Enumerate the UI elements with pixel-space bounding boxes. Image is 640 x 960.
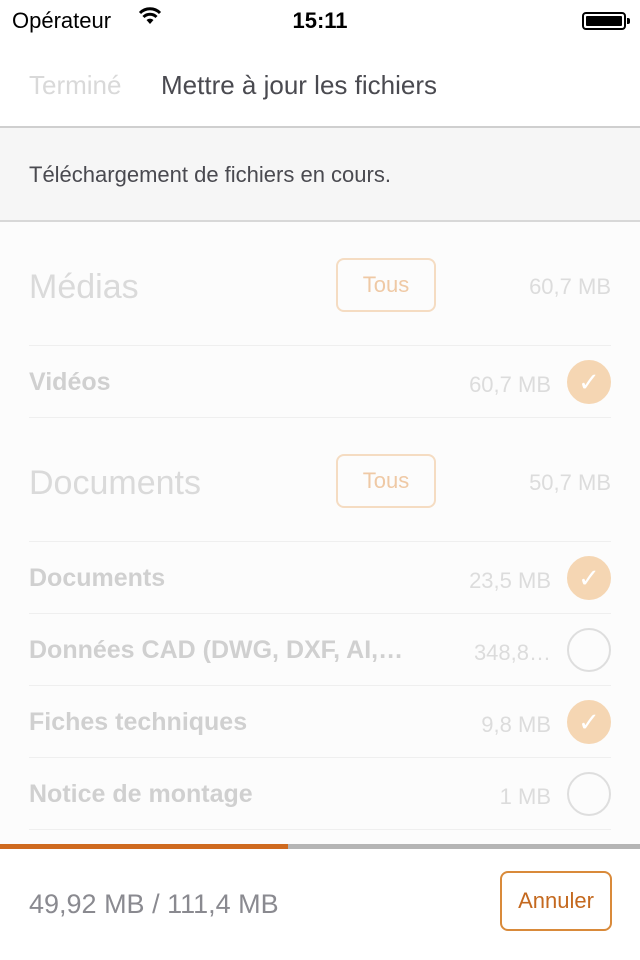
item-size: 348,8… xyxy=(473,640,551,665)
checkmark-icon[interactable]: ✓ xyxy=(567,700,611,744)
list-item[interactable]: Vidéos 60,7 MB ✓ xyxy=(29,346,611,418)
list-item[interactable]: Notice de montage 1 MB xyxy=(29,758,611,830)
download-amount: 49,92 MB / 111,4 MB xyxy=(29,889,279,919)
checkmark-icon[interactable]: ✓ xyxy=(567,556,611,600)
done-button[interactable]: Terminé xyxy=(29,70,121,101)
file-category-list: Médias Tous 60,7 MB Vidéos 60,7 MB ✓ Docum… xyxy=(0,222,640,830)
item-label: Documents xyxy=(29,564,166,592)
section-size: 50,7 MB xyxy=(529,470,611,495)
list-item[interactable]: Documents 23,5 MB ✓ xyxy=(29,542,611,614)
empty-circle-icon[interactable] xyxy=(567,772,611,816)
cancel-button[interactable]: Annuler xyxy=(500,871,612,931)
section-title: Médias xyxy=(29,268,139,306)
battery-full-icon xyxy=(582,12,630,30)
download-status-banner: Téléchargement de fichiers en cours. xyxy=(0,128,640,222)
navigation-bar: Terminé Mettre à jour les fichiers xyxy=(0,40,640,128)
list-item[interactable]: Fiches techniques 9,8 MB ✓ xyxy=(29,686,611,758)
select-all-button[interactable]: Tous xyxy=(336,454,436,508)
clock: 15:11 xyxy=(292,8,348,33)
empty-circle-icon[interactable] xyxy=(567,628,611,672)
page-title: Mettre à jour les fichiers xyxy=(161,70,437,100)
footer: 49,92 MB / 111,4 MB Annuler xyxy=(0,849,640,960)
status-bar: Opérateur 15:11 xyxy=(0,0,640,40)
select-all-button[interactable]: Tous xyxy=(336,258,436,312)
item-label: Données CAD (DWG, DXF, AI,… xyxy=(29,636,404,664)
item-size: 1 MB xyxy=(499,784,551,809)
checkmark-icon[interactable]: ✓ xyxy=(567,360,611,404)
section-title: Documents xyxy=(29,464,201,502)
list-item[interactable]: Données CAD (DWG, DXF, AI,… 348,8… xyxy=(29,614,611,686)
section-header: Documents Tous 50,7 MB xyxy=(29,418,611,542)
section-header: Médias Tous 60,7 MB xyxy=(29,222,611,346)
item-label: Notice de montage xyxy=(29,780,253,808)
item-size: 60,7 MB xyxy=(469,372,551,397)
item-size: 9,8 MB xyxy=(481,712,551,737)
section-size: 60,7 MB xyxy=(529,274,611,299)
item-label: Vidéos xyxy=(29,368,111,396)
item-label: Fiches techniques xyxy=(29,708,248,736)
item-size: 23,5 MB xyxy=(469,568,551,593)
